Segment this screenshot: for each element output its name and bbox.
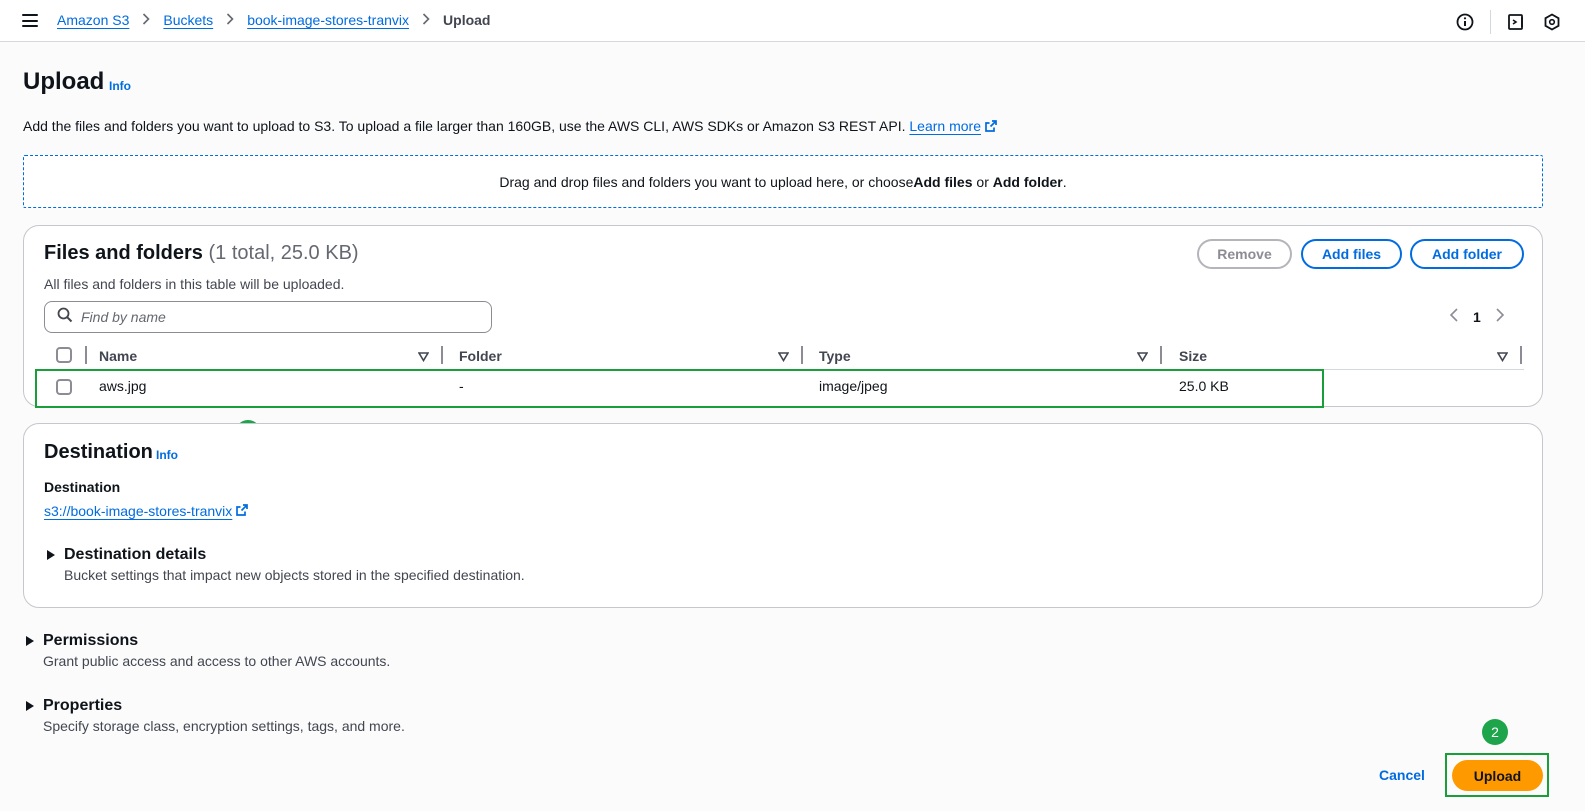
learn-more-label: Learn more: [909, 118, 981, 134]
info-circle-icon[interactable]: [1454, 11, 1476, 33]
page-info-link[interactable]: Info: [109, 79, 131, 93]
properties-title: Properties: [43, 697, 123, 714]
step-badge-2: 2: [1482, 719, 1508, 745]
page-number[interactable]: 1: [1473, 309, 1481, 325]
chevron-right-icon: [142, 12, 151, 28]
settings-hex-icon[interactable]: [1541, 11, 1563, 33]
notifications-panel-icon[interactable]: [1505, 11, 1527, 33]
search-input[interactable]: [81, 309, 461, 325]
table-header: Name Folder Type Size: [44, 344, 1524, 370]
files-panel-title: Files and folders (1 total, 25.0 KB): [44, 242, 359, 265]
properties-expander[interactable]: Properties: [26, 697, 122, 715]
chevron-right-icon: [422, 12, 430, 28]
breadcrumb-bucket-name[interactable]: book-image-stores-tranvix: [247, 12, 409, 28]
chevron-left-icon[interactable]: [1449, 308, 1459, 325]
external-link-icon: [985, 118, 997, 134]
destination-panel: Destination Info Destination s3://book-i…: [23, 423, 1543, 608]
page-description-text: Add the files and folders you want to up…: [23, 118, 906, 134]
dropzone-text: Drag and drop files and folders you want…: [499, 173, 914, 190]
learn-more-link[interactable]: Learn more: [909, 118, 981, 134]
add-files-button[interactable]: Add files: [1301, 239, 1402, 269]
properties-desc: Specify storage class, encryption settin…: [43, 718, 405, 734]
search-icon: [57, 307, 73, 328]
files-count: (1 total, 25.0 KB): [208, 242, 359, 264]
permissions-expander[interactable]: Permissions: [26, 632, 138, 650]
search-field[interactable]: [44, 301, 492, 333]
column-header-folder[interactable]: Folder: [459, 348, 502, 364]
breadcrumb-amazon-s3[interactable]: Amazon S3: [57, 12, 129, 28]
destination-details-title: Destination details: [64, 546, 207, 563]
top-right-tools: [1440, 10, 1563, 34]
highlight-box-file-row: [35, 369, 1324, 408]
sort-icon[interactable]: [1496, 349, 1509, 367]
hamburger-menu-icon[interactable]: [22, 14, 38, 27]
column-divider[interactable]: [801, 346, 803, 364]
chevron-right-icon[interactable]: [1495, 308, 1505, 325]
breadcrumb: Amazon S3 Buckets book-image-stores-tran…: [57, 12, 490, 28]
sort-icon[interactable]: [417, 349, 430, 367]
dropzone-or: or: [972, 173, 993, 190]
top-navigation-bar: Amazon S3 Buckets book-image-stores-tran…: [0, 0, 1585, 42]
remove-button[interactable]: Remove: [1197, 239, 1292, 269]
column-divider[interactable]: [1520, 346, 1522, 364]
add-folder-button[interactable]: Add folder: [1410, 239, 1524, 269]
sort-icon[interactable]: [1136, 349, 1149, 367]
dropzone-period: .: [1062, 173, 1067, 190]
dropzone-add-folder: Add folder: [992, 173, 1063, 190]
dropzone-add-files: Add files: [913, 173, 973, 190]
caret-right-icon: [47, 550, 55, 560]
destination-details-desc: Bucket settings that impact new objects …: [64, 567, 525, 583]
page-description: Add the files and folders you want to up…: [23, 118, 997, 134]
permissions-desc: Grant public access and access to other …: [43, 653, 391, 669]
cancel-button[interactable]: Cancel: [1379, 767, 1425, 783]
destination-details-expander[interactable]: Destination details: [47, 546, 206, 564]
destination-label: Destination: [44, 479, 121, 495]
destination-title: Destination: [44, 441, 153, 463]
chevron-right-icon: [226, 12, 234, 28]
pagination: 1: [1449, 308, 1505, 325]
caret-right-icon: [26, 701, 34, 711]
permissions-title: Permissions: [43, 632, 139, 649]
column-divider[interactable]: [1160, 346, 1162, 364]
files-panel-heading: Files and folders: [44, 242, 203, 264]
column-header-size[interactable]: Size: [1179, 348, 1207, 364]
breadcrumb-current: Upload: [443, 12, 491, 28]
toolbar-divider: [1490, 10, 1491, 34]
column-divider: [85, 346, 87, 364]
caret-right-icon: [26, 636, 34, 646]
destination-info-link[interactable]: Info: [156, 448, 178, 462]
column-header-name[interactable]: Name: [99, 348, 137, 364]
drag-drop-zone[interactable]: Drag and drop files and folders you want…: [23, 155, 1543, 208]
select-all-checkbox[interactable]: [56, 347, 72, 363]
highlight-box-upload: [1445, 753, 1549, 797]
page-title: Upload: [23, 68, 105, 95]
destination-link[interactable]: s3://book-image-stores-tranvix: [44, 503, 249, 519]
destination-link-text[interactable]: s3://book-image-stores-tranvix: [44, 503, 232, 519]
column-divider[interactable]: [441, 346, 443, 364]
files-panel-subtitle: All files and folders in this table will…: [44, 276, 345, 292]
sort-icon[interactable]: [777, 349, 790, 367]
breadcrumb-buckets[interactable]: Buckets: [163, 12, 213, 28]
external-link-icon: [236, 503, 249, 519]
column-header-type[interactable]: Type: [819, 348, 851, 364]
